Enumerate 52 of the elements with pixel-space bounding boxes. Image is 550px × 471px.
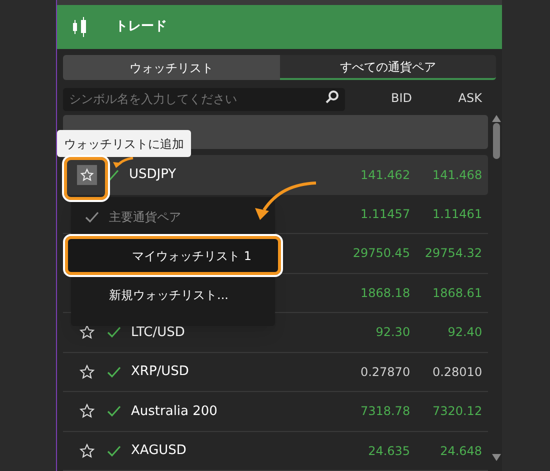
column-header: BID <box>390 90 412 107</box>
tab[interactable]: すべての通貨ペア <box>280 55 496 80</box>
pointer-arrow <box>110 157 134 168</box>
column-header: ASK <box>457 90 482 107</box>
star-icon[interactable] <box>79 403 95 420</box>
search-icon[interactable] <box>325 90 339 104</box>
instrument-row[interactable]: XRP/USD 0.27870 0.28010 <box>63 352 488 392</box>
check-icon <box>107 366 121 378</box>
ask-price: 92.40 <box>446 324 482 342</box>
menu-item[interactable]: マイウォッチリスト 1 <box>65 236 281 275</box>
scroll-up-icon[interactable] <box>492 115 501 122</box>
ask-price: 141.468 <box>431 166 482 184</box>
bid-price: 141.462 <box>360 166 410 184</box>
panel-title: トレード <box>115 18 167 36</box>
symbol-name: Australia 200 <box>131 402 218 421</box>
menu-item[interactable]: 主要通貨ペア <box>71 197 275 236</box>
bid-price: 24.635 <box>368 442 410 460</box>
check-icon <box>107 326 121 338</box>
candlestick-icon <box>71 16 89 38</box>
bid-price: 7318.78 <box>360 403 410 420</box>
instrument-row[interactable]: XAGUSD 24.635 24.648 <box>63 432 488 471</box>
menu-item[interactable]: 新規ウォッチリスト... <box>71 275 275 314</box>
symbol-name: XRP/USD <box>131 363 189 382</box>
scroll-down-icon[interactable] <box>492 454 501 462</box>
bid-price: 29750.45 <box>352 245 410 262</box>
bid-price: 92.30 <box>376 324 410 342</box>
symbol-name: LTC/USD <box>131 324 185 342</box>
highlight-frame <box>64 157 108 200</box>
star-icon[interactable] <box>79 364 95 380</box>
ask-price: 7320.12 <box>431 403 482 420</box>
star-icon[interactable] <box>79 324 95 340</box>
instrument-row[interactable]: USDJPY 141.462 141.468 <box>63 155 488 195</box>
instrument-row[interactable]: Australia 200 7318.78 7320.12 <box>63 392 488 432</box>
search-field[interactable]: シンボル名を入力してください <box>63 88 345 111</box>
ask-price: 29754.32 <box>424 245 482 262</box>
ask-price: 24.648 <box>439 442 482 460</box>
check-icon <box>107 444 121 457</box>
star-button[interactable] <box>77 164 97 185</box>
star-icon[interactable] <box>79 442 95 459</box>
ask-price: 0.28010 <box>431 364 482 381</box>
bid-price: 1.11457 <box>360 206 410 223</box>
symbol-name: USDJPY <box>129 166 176 184</box>
ask-price: 1868.61 <box>431 284 482 302</box>
bid-price: 1868.18 <box>360 284 410 302</box>
tooltip: ウォッチリストに追加 <box>57 130 191 157</box>
scroll-thumb[interactable] <box>492 123 500 160</box>
ask-price: 1.11461 <box>431 206 482 223</box>
tab[interactable]: ウォッチリスト <box>63 55 280 80</box>
symbol-name: XAGUSD <box>131 442 186 460</box>
check-icon <box>107 405 121 418</box>
bid-price: 0.27870 <box>360 364 410 381</box>
check-icon <box>85 210 99 222</box>
